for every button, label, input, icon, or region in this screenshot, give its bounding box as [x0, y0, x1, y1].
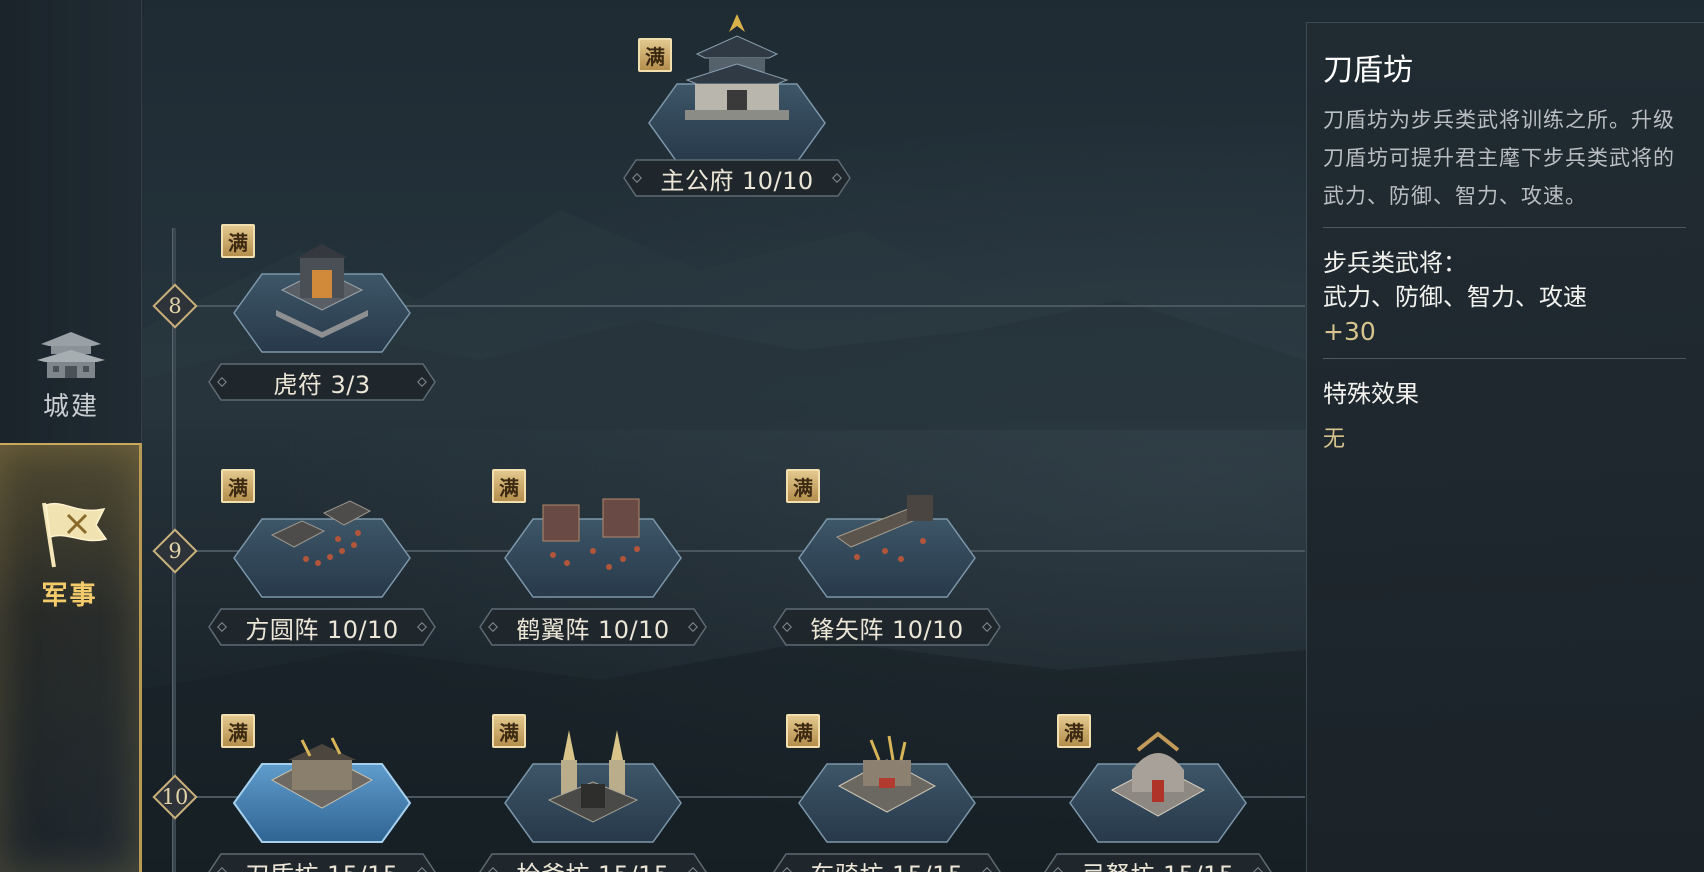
building-label: 车骑坊 15/15 [772, 852, 1002, 872]
max-level-badge: 满 [221, 469, 255, 503]
max-level-badge: 满 [492, 469, 526, 503]
building-label: 鹤翼阵 10/10 [478, 607, 708, 647]
building-label: 主公府 10/10 [622, 158, 852, 198]
arrow-formation-icon [835, 495, 933, 562]
war-flag-icon [41, 502, 107, 568]
building-node-tiger-tally[interactable]: 满 虎符 3/3 [207, 224, 437, 414]
building-label: 枪斧坊 15/15 [478, 852, 708, 872]
building-node-blade-shield[interactable]: 满 刀盾坊 15/15 [207, 714, 437, 872]
divider [1323, 358, 1686, 359]
building-node-spear-axe[interactable]: 满 枪斧坊 15/15 [478, 714, 708, 872]
building-label: 刀盾坊 15/15 [207, 852, 437, 872]
tiger-tally-building-icon [276, 244, 368, 338]
building-name: 方圆阵 10/10 [245, 615, 399, 644]
building-node-chariot-cavalry[interactable]: 满 车骑坊 15/15 [772, 714, 1002, 872]
sidebar: 城建 军事 [0, 0, 142, 872]
blade-shield-workshop-icon [270, 737, 374, 809]
building-name: 弓弩坊 15/15 [1043, 852, 1273, 872]
building-label: 弓弩坊 15/15 [1043, 852, 1273, 872]
building-node-crane-formation[interactable]: 满 鹤翼阵 10/10 [478, 469, 708, 659]
max-level-badge: 满 [1057, 714, 1091, 748]
building-node-arrow-formation[interactable]: 满 锋矢阵 10/10 [772, 469, 1002, 659]
stat-heading: 步兵类武将： [1323, 249, 1467, 277]
building-node-crossbow[interactable]: 满 弓弩坊 15/15 [1043, 714, 1273, 872]
building-label: 方圆阵 10/10 [207, 607, 437, 647]
max-level-badge: 满 [492, 714, 526, 748]
divider [1323, 227, 1686, 228]
tab-city-building[interactable]: 城建 [0, 326, 142, 436]
building-label: 锋矢阵 10/10 [772, 607, 1002, 647]
max-level-badge: 满 [638, 38, 672, 72]
crossbow-workshop-icon [1110, 731, 1206, 817]
building-node-lord-mansion[interactable]: 满 主公府 10/10 [622, 14, 852, 224]
stat-bonus: +30 [1323, 317, 1376, 346]
building-detail-panel: 刀盾坊 刀盾坊为步兵类武将训练之所。升级刀盾坊可提升君主麾下步兵类武将的武力、防… [1306, 22, 1704, 872]
building-name: 枪斧坊 15/15 [478, 852, 708, 872]
stat-names: 武力、防御、智力、攻速 [1323, 283, 1587, 311]
level-marker-10: 10 [152, 774, 198, 820]
tab-city-label: 城建 [42, 392, 99, 422]
special-effect-heading: 特殊效果 [1323, 380, 1419, 408]
building-label: 虎符 3/3 [207, 362, 437, 402]
tab-military-label: 军事 [41, 581, 98, 611]
building-name: 刀盾坊 15/15 [207, 852, 437, 872]
crane-formation-icon [542, 498, 640, 570]
special-effect-value: 无 [1323, 427, 1346, 452]
chariot-cavalry-workshop-icon [837, 735, 937, 813]
lord-mansion-building-icon [685, 14, 789, 120]
max-level-badge: 满 [786, 714, 820, 748]
spear-axe-workshop-icon [547, 730, 639, 823]
level-marker-8: 8 [152, 283, 198, 329]
detail-description: 刀盾坊为步兵类武将训练之所。升级刀盾坊可提升君主麾下步兵类武将的武力、防御、智力… [1323, 108, 1675, 208]
level-marker-9: 9 [152, 528, 198, 574]
max-level-badge: 满 [786, 469, 820, 503]
building-name: 主公府 10/10 [660, 166, 814, 195]
building-node-square-formation[interactable]: 满 方圆阵 10/10 [207, 469, 437, 659]
max-level-badge: 满 [221, 224, 255, 258]
square-formation-icon [270, 500, 372, 566]
tab-military[interactable]: 军事 [0, 443, 142, 872]
max-level-badge: 满 [221, 714, 255, 748]
pagoda-icon [37, 332, 105, 378]
building-name: 锋矢阵 10/10 [810, 615, 964, 644]
building-name: 鹤翼阵 10/10 [516, 615, 670, 644]
building-name: 虎符 3/3 [273, 370, 371, 399]
building-name: 车骑坊 15/15 [772, 852, 1002, 872]
detail-title: 刀盾坊 [1323, 53, 1413, 88]
